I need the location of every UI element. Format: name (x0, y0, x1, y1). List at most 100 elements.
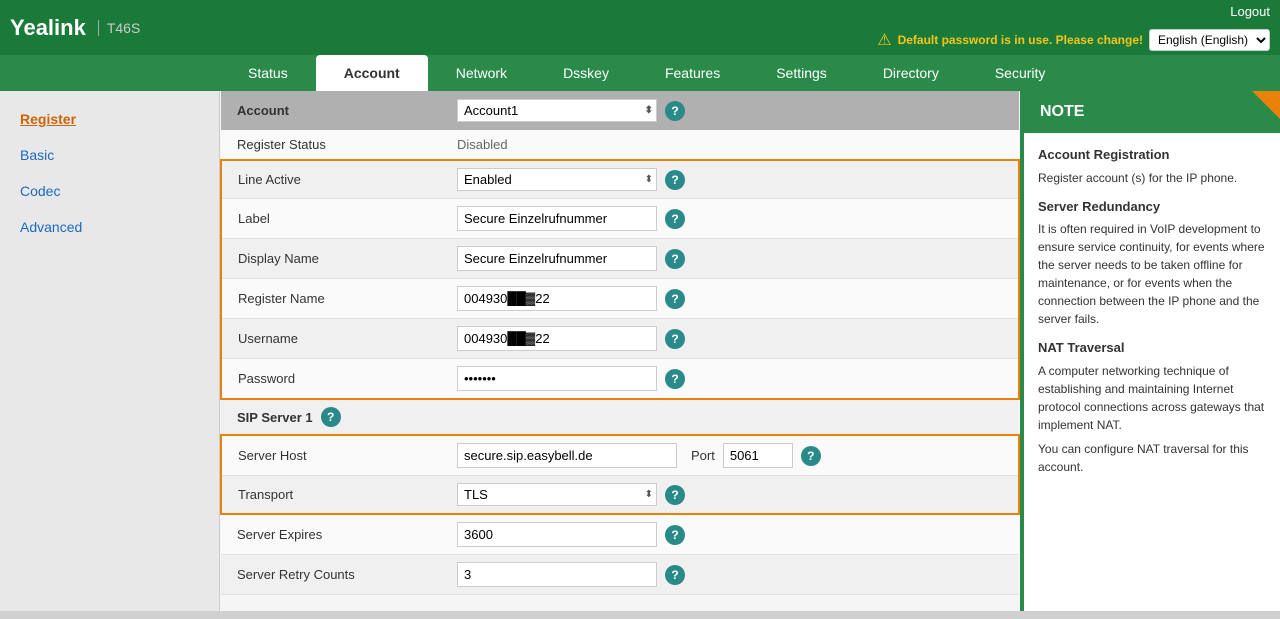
transport-row: Transport TLS UDP TCP ⬍ ? (221, 476, 1019, 515)
server-expires-help[interactable]: ? (665, 525, 685, 545)
server-host-help[interactable]: ? (801, 446, 821, 466)
line-active-help[interactable]: ? (665, 170, 685, 190)
register-name-input[interactable] (457, 286, 657, 311)
account-select-wrapper: Account1 ⬍ ? (457, 99, 1003, 122)
sidebar-item-basic[interactable]: Basic (0, 137, 219, 173)
line-active-value-cell: Enabled Disabled ⬍ ? (441, 160, 1019, 199)
server-host-row: Server Host Port ? (221, 435, 1019, 476)
register-name-help[interactable]: ? (665, 289, 685, 309)
language-select[interactable]: English (English) (1149, 29, 1270, 51)
register-name-value: ? (457, 286, 1002, 311)
display-name-value: ? (457, 246, 1002, 271)
account-col-header: Account (221, 91, 441, 130)
account-help-icon[interactable]: ? (665, 101, 685, 121)
sidebar-item-codec[interactable]: Codec (0, 173, 219, 209)
note-section-3-heading: NAT Traversal (1038, 338, 1266, 358)
server-host-input[interactable] (457, 443, 677, 468)
tab-security[interactable]: Security (967, 55, 1074, 91)
port-label: Port (691, 448, 715, 463)
warning-icon: ⚠ (877, 30, 891, 50)
password-help[interactable]: ? (665, 369, 685, 389)
password-input[interactable] (457, 366, 657, 391)
username-value: ? (457, 326, 1002, 351)
note-section-1-heading: Account Registration (1038, 145, 1266, 165)
tab-settings[interactable]: Settings (748, 55, 855, 91)
register-status-value-cell: Disabled (441, 130, 1019, 160)
label-help[interactable]: ? (665, 209, 685, 229)
note-section-2-text: It is often required in VoIP development… (1038, 220, 1266, 328)
sidebar-item-advanced[interactable]: Advanced (0, 209, 219, 245)
sip-server-header-row: SIP Server 1 ? (221, 399, 1019, 435)
account-select-container: Account1 ⬍ (457, 99, 657, 122)
sidebar-item-register[interactable]: Register (0, 101, 219, 137)
server-expires-label: Server Expires (221, 514, 441, 555)
server-host-label: Server Host (221, 435, 441, 476)
display-name-help[interactable]: ? (665, 249, 685, 269)
register-name-row: Register Name ? (221, 279, 1019, 319)
logo: Yealink T46S (10, 15, 140, 41)
display-name-label: Display Name (221, 239, 441, 279)
display-name-input[interactable] (457, 246, 657, 271)
server-retry-value-cell: ? (441, 555, 1019, 595)
logout-area: Logout (1230, 4, 1270, 19)
tab-features[interactable]: Features (637, 55, 748, 91)
label-value-cell: ? (441, 199, 1019, 239)
line-active-value: Enabled Disabled ⬍ ? (457, 168, 1002, 191)
tab-directory[interactable]: Directory (855, 55, 967, 91)
note-section-4-text: You can configure NAT traversal for this… (1038, 440, 1266, 476)
server-retry-input[interactable] (457, 562, 657, 587)
logout-button[interactable]: Logout (1230, 4, 1270, 19)
server-expires-value: ? (457, 522, 1003, 547)
transport-value-cell: TLS UDP TCP ⬍ ? (441, 476, 1019, 515)
tab-account[interactable]: Account (316, 55, 428, 91)
label-value: ? (457, 206, 1002, 231)
server-host-value: Port ? (457, 443, 1002, 468)
register-status-row: Register Status Disabled (221, 130, 1019, 160)
line-active-label: Line Active (221, 160, 441, 199)
line-active-row: Line Active Enabled Disabled ⬍ ? (221, 160, 1019, 199)
register-status-value: Disabled (457, 137, 1003, 152)
display-name-row: Display Name ? (221, 239, 1019, 279)
sip-server-help[interactable]: ? (321, 407, 341, 427)
username-label: Username (221, 319, 441, 359)
port-input[interactable] (723, 443, 793, 468)
line-active-select[interactable]: Enabled Disabled (457, 168, 657, 191)
brand-name: Yealink (10, 15, 86, 41)
note-corner-decoration (1252, 91, 1280, 119)
display-name-value-cell: ? (441, 239, 1019, 279)
note-section-2-heading: Server Redundancy (1038, 197, 1266, 217)
model-name: T46S (98, 20, 140, 36)
sip-server-title: SIP Server 1 (237, 410, 313, 425)
tab-network[interactable]: Network (428, 55, 535, 91)
password-value-cell: ? (441, 359, 1019, 400)
warning-bar: ⚠ Default password is in use. Please cha… (877, 29, 1270, 51)
username-help[interactable]: ? (665, 329, 685, 349)
header: Yealink T46S Logout ⚠ Default password i… (0, 0, 1280, 55)
content-area: Account Account1 ⬍ ? (220, 91, 1020, 611)
transport-select[interactable]: TLS UDP TCP (457, 483, 657, 506)
register-name-value-cell: ? (441, 279, 1019, 319)
note-panel: NOTE Account Registration Register accou… (1020, 91, 1280, 611)
server-expires-input[interactable] (457, 522, 657, 547)
main-layout: Register Basic Codec Advanced Account Ac… (0, 91, 1280, 611)
server-expires-row: Server Expires ? (221, 514, 1019, 555)
label-field-label: Label (221, 199, 441, 239)
register-status-text: Disabled (457, 137, 508, 152)
sip-server-header: SIP Server 1 ? (221, 399, 1019, 435)
label-input[interactable] (457, 206, 657, 231)
server-host-value-cell: Port ? (441, 435, 1019, 476)
sidebar: Register Basic Codec Advanced (0, 91, 220, 611)
username-value-cell: ? (441, 319, 1019, 359)
tab-status[interactable]: Status (220, 55, 316, 91)
note-section-3-text: A computer networking technique of estab… (1038, 362, 1266, 434)
password-row: Password ? (221, 359, 1019, 400)
password-label: Password (221, 359, 441, 400)
nav-tabs: Status Account Network Dsskey Features S… (0, 55, 1280, 91)
server-retry-help[interactable]: ? (665, 565, 685, 585)
server-retry-label: Server Retry Counts (221, 555, 441, 595)
account-select[interactable]: Account1 (457, 99, 657, 122)
transport-help[interactable]: ? (665, 485, 685, 505)
tab-dsskey[interactable]: Dsskey (535, 55, 637, 91)
sip-section-label: SIP Server 1 ? (237, 407, 1003, 427)
username-input[interactable] (457, 326, 657, 351)
